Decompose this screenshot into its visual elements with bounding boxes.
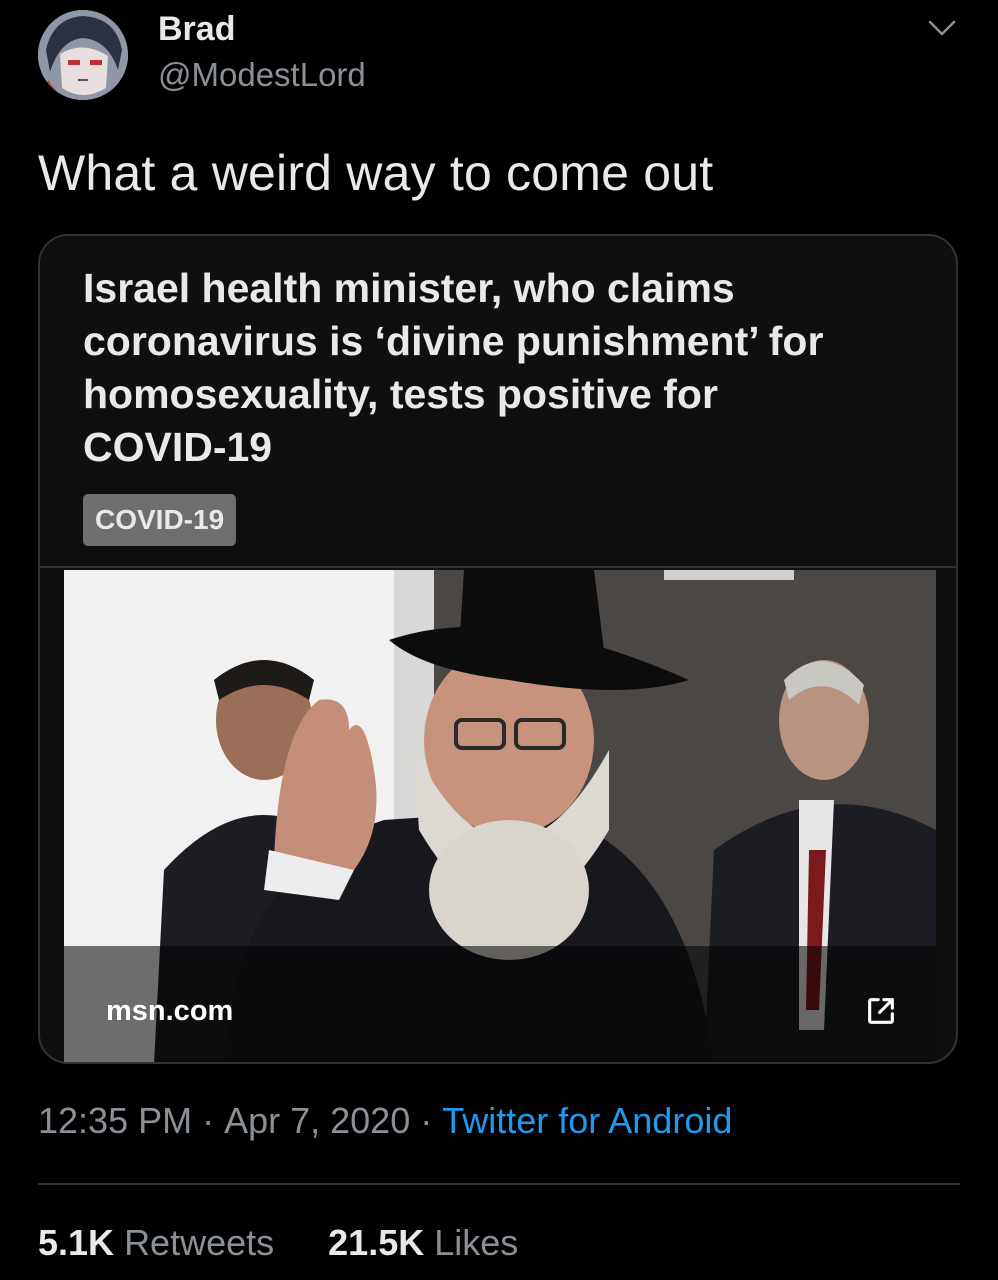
card-tag: COVID-19 — [83, 494, 237, 546]
author-handle[interactable]: @ModestLord — [158, 56, 366, 94]
tweet-source-link[interactable]: Twitter for Android — [442, 1100, 732, 1141]
avatar-image — [38, 10, 128, 100]
tweet-stats: 5.1K Retweets 21.5K Likes — [38, 1222, 518, 1264]
retweets-label: Retweets — [124, 1222, 275, 1263]
meta-separator: · — [420, 1100, 433, 1141]
tweet-date[interactable]: Apr 7, 2020 — [224, 1100, 410, 1141]
tweet-time[interactable]: 12:35 PM — [38, 1100, 192, 1141]
tweet-meta: 12:35 PM · Apr 7, 2020 · Twitter for Android — [38, 1100, 732, 1142]
tweet-text: What a weird way to come out — [38, 145, 714, 201]
avatar[interactable] — [38, 10, 128, 100]
likes-stat[interactable]: 21.5K Likes — [328, 1222, 518, 1263]
card-domain: msn.com — [106, 995, 234, 1027]
retweets-count: 5.1K — [38, 1222, 115, 1263]
link-card[interactable]: Israel health minister, who claims coron… — [38, 234, 958, 1064]
meta-separator: · — [202, 1100, 215, 1141]
card-title: Israel health minister, who claims coron… — [83, 265, 824, 470]
card-divider — [40, 566, 956, 568]
likes-label: Likes — [434, 1222, 519, 1263]
author-name[interactable]: Brad — [158, 10, 235, 49]
chevron-down-icon[interactable] — [920, 8, 964, 48]
external-link-icon[interactable] — [864, 994, 898, 1028]
divider — [38, 1183, 960, 1185]
card-image[interactable]: msn.com — [64, 570, 936, 1062]
retweets-stat[interactable]: 5.1K Retweets — [38, 1222, 274, 1263]
likes-count: 21.5K — [328, 1222, 425, 1263]
